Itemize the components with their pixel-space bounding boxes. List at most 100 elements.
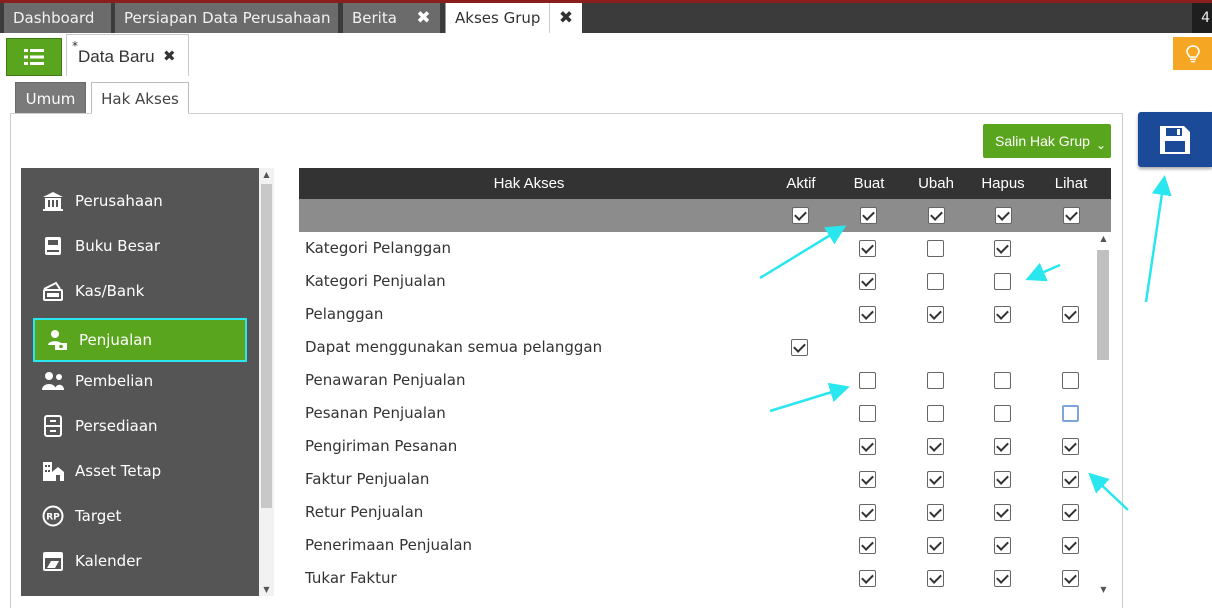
tips-button[interactable] — [1173, 37, 1212, 70]
row-label: Pelanggan — [305, 305, 384, 323]
ubah-checkbox[interactable] — [927, 537, 944, 554]
tab-hak-akses[interactable]: Hak Akses — [91, 82, 189, 114]
annotation-arrow — [1144, 175, 1172, 303]
sidebar-item-persediaan[interactable]: Persediaan — [31, 405, 247, 447]
save-button[interactable] — [1138, 112, 1212, 167]
sidebar-item-label: Persediaan — [75, 417, 158, 435]
lihat-checkbox[interactable] — [1062, 306, 1079, 323]
scroll-up-icon[interactable]: ▲ — [259, 170, 274, 179]
header-buat: Buat — [853, 175, 885, 192]
tab-umum[interactable]: Umum — [15, 82, 86, 114]
sidebar-scrollbar[interactable]: ▲ ▼ — [259, 168, 274, 596]
hapus-checkbox[interactable] — [994, 306, 1011, 323]
scrollbar-thumb[interactable] — [261, 184, 272, 508]
scroll-down-icon[interactable]: ▼ — [1096, 585, 1111, 594]
close-icon[interactable]: ✖ — [407, 3, 440, 33]
table-row: Faktur Penjualan — [299, 463, 1095, 496]
header-lihat: Lihat — [1054, 175, 1088, 192]
ubah-checkbox[interactable] — [927, 438, 944, 455]
lihat-checkbox[interactable] — [1062, 372, 1079, 389]
sidebar-item-kalender[interactable]: Kalender — [31, 540, 247, 582]
buat-checkbox[interactable] — [859, 273, 876, 290]
lihat-checkbox[interactable] — [1062, 438, 1079, 455]
lihat-checkbox[interactable] — [1062, 537, 1079, 554]
table-row: Penawaran Penjualan — [299, 364, 1095, 397]
ubah-checkbox[interactable] — [927, 570, 944, 587]
ledger-icon — [45, 237, 61, 255]
close-icon[interactable]: ✖ — [549, 3, 582, 33]
select-all-aktif-checkbox[interactable] — [792, 207, 809, 224]
sidebar-item-perusahaan[interactable]: Perusahaan — [31, 180, 247, 222]
tab-berita[interactable]: Berita — [343, 3, 407, 33]
row-label: Penerimaan Penjualan — [305, 536, 473, 554]
buat-checkbox[interactable] — [859, 570, 876, 587]
buat-checkbox[interactable] — [859, 537, 876, 554]
ubah-checkbox[interactable] — [927, 504, 944, 521]
sidebar-item-buku-besar[interactable]: Buku Besar — [31, 225, 247, 267]
sidebar-item-pembelian[interactable]: Pembelian — [31, 360, 247, 402]
row-label: Tukar Faktur — [305, 569, 397, 587]
table-row: Pelanggan — [299, 298, 1095, 331]
tab-persiapan-data-perusahaan[interactable]: Persiapan Data Perusahaan — [115, 3, 338, 33]
buat-checkbox[interactable] — [859, 240, 876, 257]
lihat-checkbox[interactable] — [1062, 405, 1079, 422]
tab-akses-grup[interactable]: Akses Grup — [445, 3, 549, 33]
document-tab-label: Data Baru — [78, 47, 155, 66]
document-tab[interactable]: * Data Baru ✖ — [66, 34, 189, 76]
ubah-checkbox[interactable] — [927, 306, 944, 323]
row-label: Faktur Penjualan — [305, 470, 430, 488]
aktif-checkbox[interactable] — [791, 339, 808, 356]
target-rp-icon: RP — [42, 505, 64, 527]
buat-checkbox[interactable] — [859, 504, 876, 521]
buat-checkbox[interactable] — [859, 405, 876, 422]
hapus-checkbox[interactable] — [994, 504, 1011, 521]
buat-checkbox[interactable] — [859, 438, 876, 455]
hapus-checkbox[interactable] — [994, 570, 1011, 587]
hapus-checkbox[interactable] — [994, 240, 1011, 257]
menu-toggle-button[interactable] — [6, 38, 62, 76]
buat-checkbox[interactable] — [859, 471, 876, 488]
hapus-checkbox[interactable] — [994, 405, 1011, 422]
row-label: Retur Penjualan — [305, 503, 424, 521]
select-all-hapus-checkbox[interactable] — [995, 207, 1012, 224]
ubah-checkbox[interactable] — [927, 240, 944, 257]
hapus-checkbox[interactable] — [994, 372, 1011, 389]
close-icon[interactable]: ✖ — [163, 47, 176, 65]
buat-checkbox[interactable] — [859, 372, 876, 389]
salin-hak-grup-button[interactable]: Salin Hak Grup ⌄ — [983, 124, 1111, 158]
row-label: Pesanan Penjualan — [305, 404, 446, 422]
ubah-checkbox[interactable] — [927, 471, 944, 488]
sidebar-item-penjualan[interactable]: Penjualan — [33, 318, 247, 362]
floppy-disk-icon — [1160, 125, 1190, 154]
hapus-checkbox[interactable] — [994, 471, 1011, 488]
tab-dashboard[interactable]: Dashboard — [4, 3, 111, 33]
lihat-checkbox[interactable] — [1062, 504, 1079, 521]
ubah-checkbox[interactable] — [927, 405, 944, 422]
sidebar-item-asset-tetap[interactable]: Asset Tetap — [31, 450, 247, 492]
select-all-lihat-checkbox[interactable] — [1063, 207, 1080, 224]
sidebar-item-kas-bank[interactable]: Kas/Bank — [31, 270, 247, 312]
table-row: Pengiriman Pesanan — [299, 430, 1095, 463]
table-row: Dapat menggunakan semua pelanggan — [299, 331, 1095, 364]
sidebar-item-target[interactable]: RP Target — [31, 495, 247, 537]
hapus-checkbox[interactable] — [994, 537, 1011, 554]
sidebar-item-label: Buku Besar — [75, 237, 160, 255]
ubah-checkbox[interactable] — [927, 372, 944, 389]
buat-checkbox[interactable] — [859, 306, 876, 323]
sidebar-item-label: Kas/Bank — [75, 282, 145, 300]
sidebar-item-label: Target — [75, 507, 122, 525]
sidebar-item-label: Pembelian — [75, 372, 154, 390]
ubah-checkbox[interactable] — [927, 273, 944, 290]
scrollbar-thumb[interactable] — [1097, 250, 1109, 360]
lihat-checkbox[interactable] — [1062, 570, 1079, 587]
purchase-icon — [42, 372, 64, 390]
scroll-up-icon[interactable]: ▲ — [1096, 234, 1111, 243]
lihat-checkbox[interactable] — [1062, 471, 1079, 488]
list-icon — [24, 49, 44, 65]
select-all-buat-checkbox[interactable] — [860, 207, 877, 224]
hapus-checkbox[interactable] — [994, 438, 1011, 455]
select-all-ubah-checkbox[interactable] — [928, 207, 945, 224]
scroll-down-icon[interactable]: ▼ — [259, 585, 274, 594]
table-scrollbar[interactable]: ▲ ▼ — [1096, 232, 1111, 600]
hapus-checkbox[interactable] — [994, 273, 1011, 290]
